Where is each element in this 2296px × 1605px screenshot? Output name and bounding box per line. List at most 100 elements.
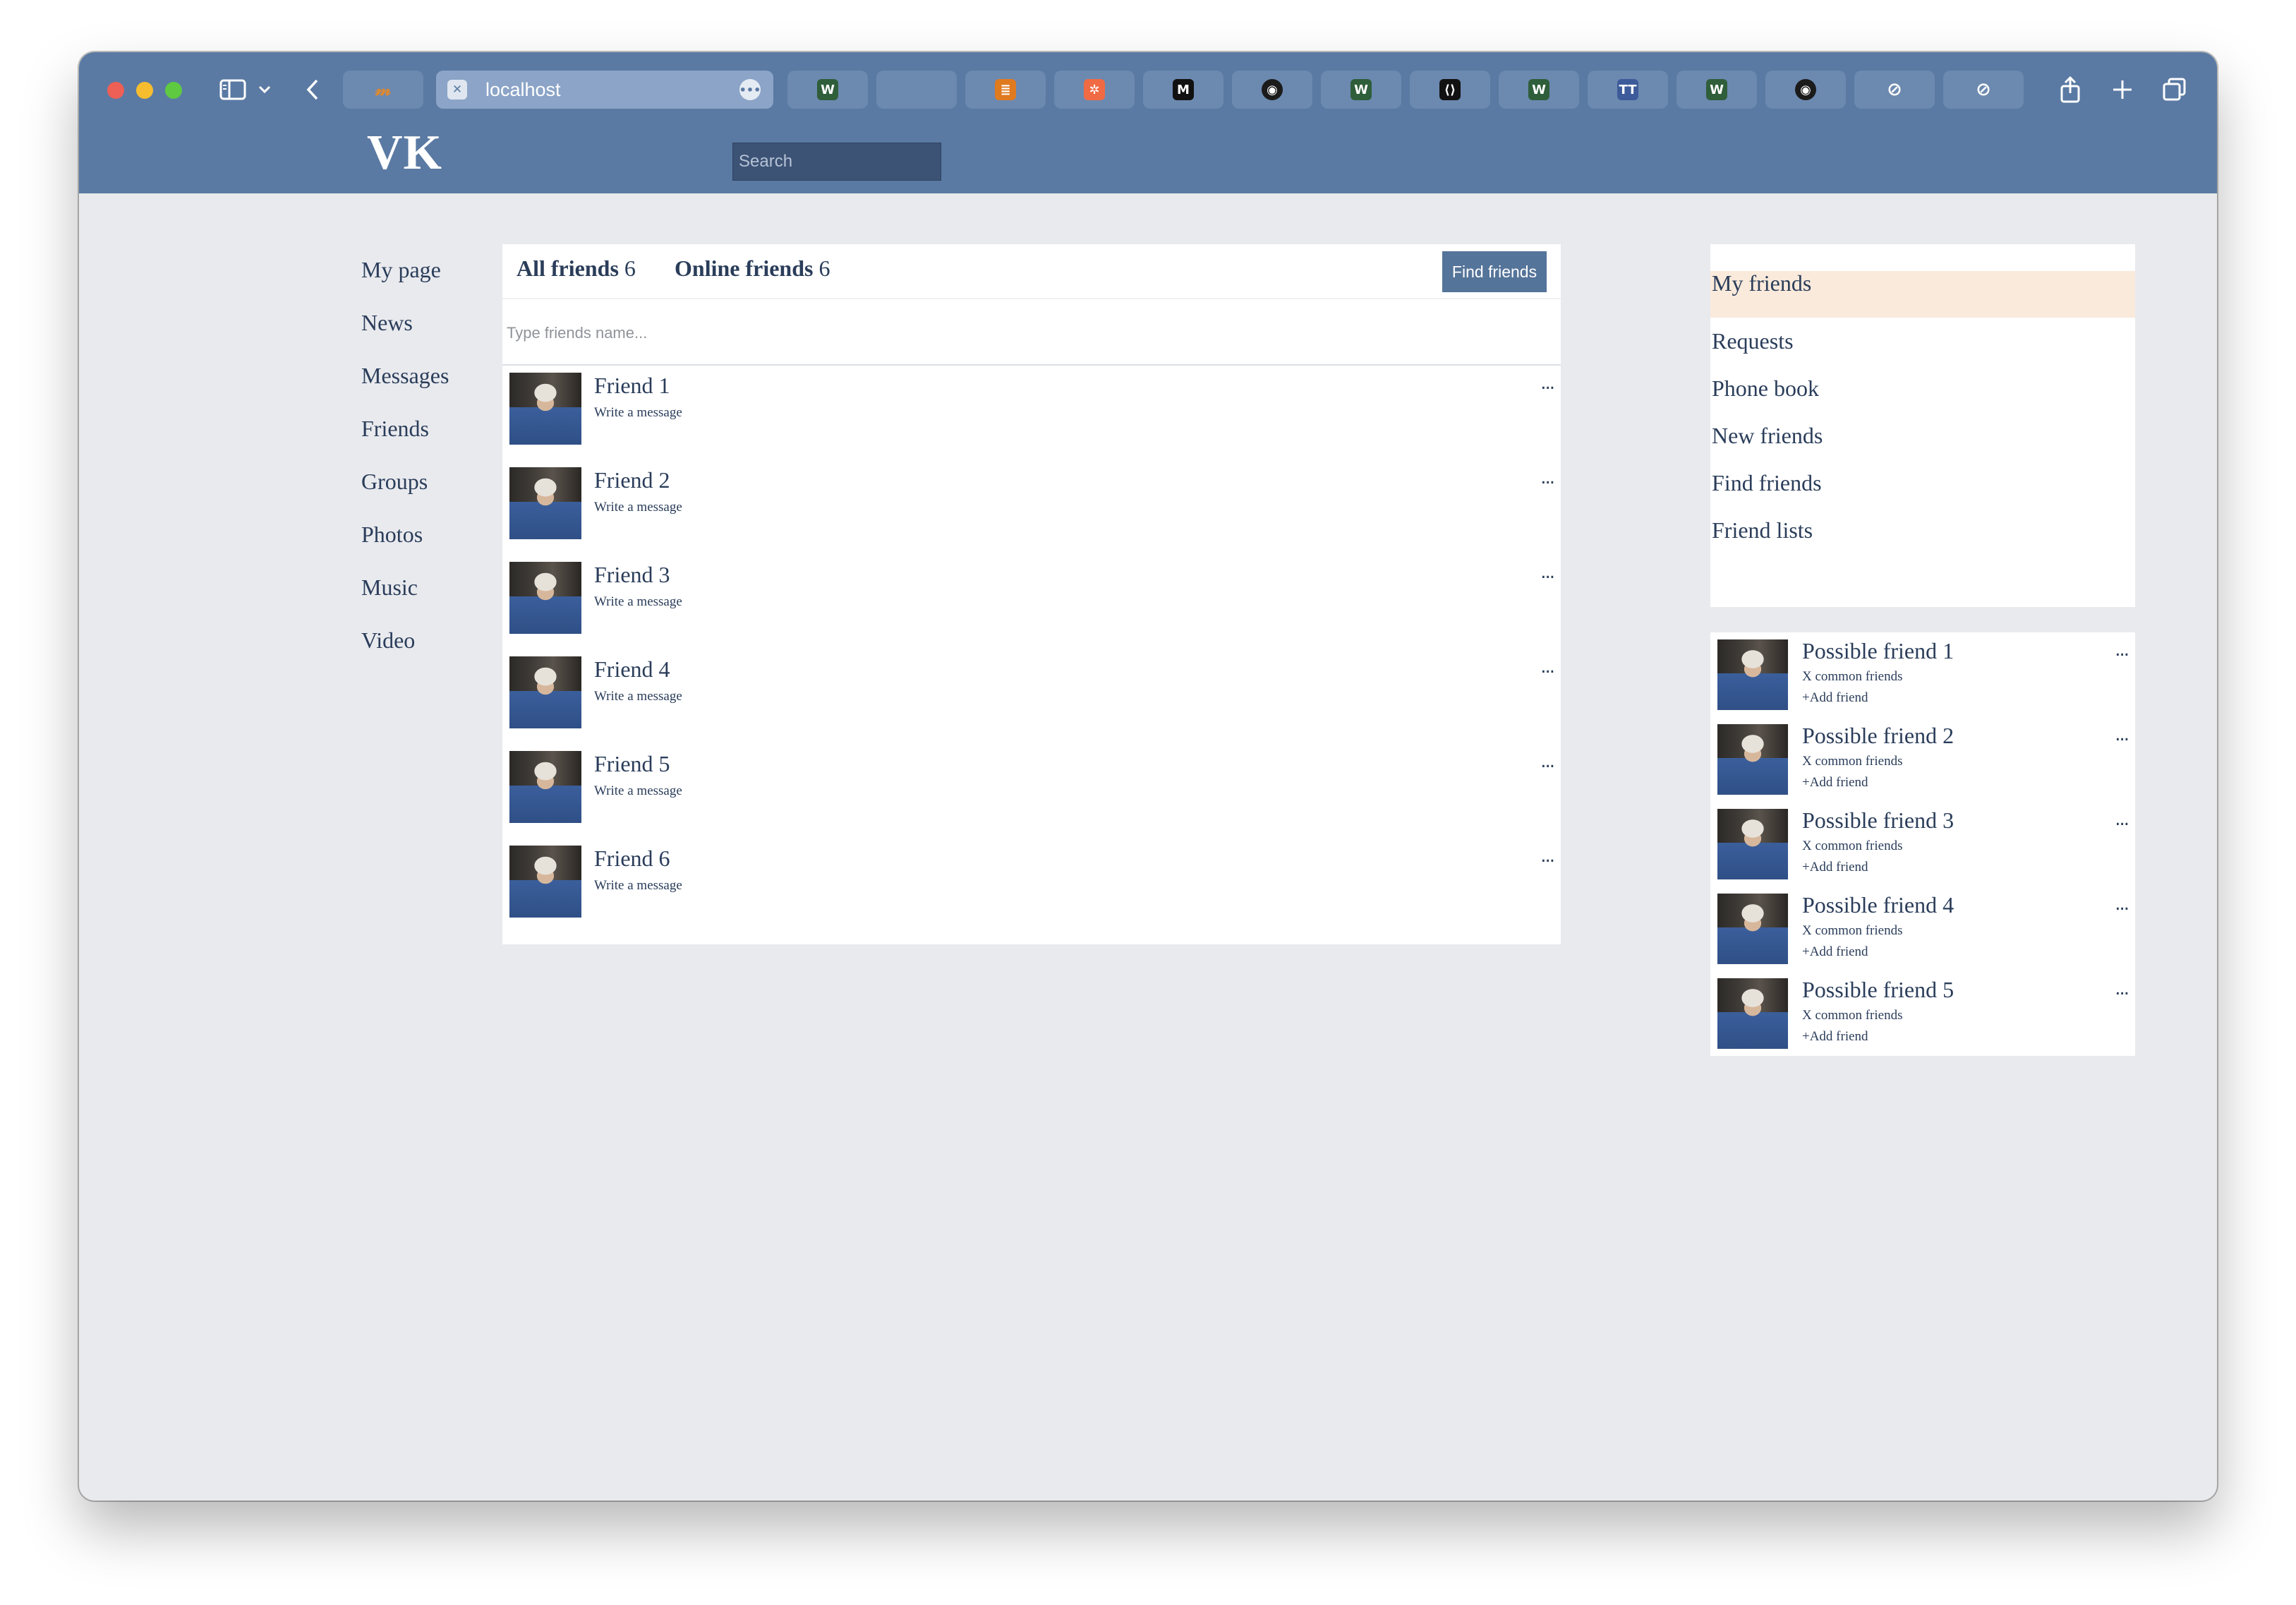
- nav-item-my-page[interactable]: My page: [361, 254, 449, 307]
- side-menu-item-my-friends[interactable]: My friends: [1710, 271, 2135, 318]
- tab-overview-icon[interactable]: [2162, 73, 2187, 106]
- add-friend-link[interactable]: +Add friend: [1802, 1029, 1868, 1045]
- friends-search-input[interactable]: [507, 320, 1551, 346]
- nav-item-messages[interactable]: Messages: [361, 360, 449, 413]
- friend-name[interactable]: Friend 1: [594, 373, 670, 399]
- new-tab-plus-icon[interactable]: [2110, 73, 2135, 106]
- friend-row: Friend 4 Write a message...: [502, 649, 1561, 744]
- page-options-icon[interactable]: •••: [739, 79, 761, 100]
- more-options-icon[interactable]: ...: [2115, 724, 2129, 745]
- possible-friend-avatar[interactable]: [1717, 894, 1788, 964]
- write-message-link[interactable]: Write a message: [594, 783, 682, 799]
- possible-friend-avatar[interactable]: [1717, 724, 1788, 795]
- write-message-link[interactable]: Write a message: [594, 405, 682, 421]
- back-arrow-icon[interactable]: [302, 73, 323, 106]
- sidebar-toggle-icon[interactable]: [217, 73, 248, 106]
- more-options-icon[interactable]: ...: [1540, 562, 1555, 583]
- nav-item-news[interactable]: News: [361, 307, 449, 360]
- address-bar-url[interactable]: localhost: [485, 79, 561, 101]
- possible-friend-name[interactable]: Possible friend 3: [1802, 807, 1954, 834]
- more-options-icon[interactable]: ...: [1540, 846, 1555, 867]
- friend-name[interactable]: Friend 2: [594, 467, 670, 493]
- side-menu-item-new-friends[interactable]: New friends: [1710, 413, 2135, 459]
- possible-friend-name[interactable]: Possible friend 4: [1802, 892, 1954, 918]
- more-options-icon[interactable]: ...: [1540, 467, 1555, 488]
- compass-icon: ⊘: [1887, 79, 1902, 100]
- possible-friend-avatar[interactable]: [1717, 639, 1788, 710]
- browser-tab[interactable]: W: [1676, 71, 1757, 109]
- add-friend-link[interactable]: +Add friend: [1802, 775, 1868, 791]
- possible-friend-name[interactable]: Possible friend 2: [1802, 723, 1954, 749]
- nav-item-music[interactable]: Music: [361, 572, 449, 625]
- browser-tab[interactable]: W: [1499, 71, 1579, 109]
- more-options-icon[interactable]: ...: [2115, 894, 2129, 915]
- side-menu-item-find-friends[interactable]: Find friends: [1710, 460, 2135, 507]
- chevron-down-icon[interactable]: [255, 73, 274, 106]
- browser-tab[interactable]: ◉: [1765, 71, 1846, 109]
- find-friends-button[interactable]: Find friends: [1442, 251, 1547, 292]
- browser-toolbar: 𝓂 ✕ localhost ••• VK Search W ≣ ✲ M ◉ W ⟨⟩ W TT W…: [79, 52, 2217, 193]
- w-green-favicon-icon: W: [1528, 79, 1549, 100]
- more-options-icon[interactable]: ...: [2115, 809, 2129, 830]
- more-options-icon[interactable]: ...: [1540, 373, 1555, 394]
- more-options-icon[interactable]: ...: [2115, 639, 2129, 661]
- browser-tab[interactable]: ◉: [1232, 71, 1312, 109]
- vk-logo[interactable]: VK: [367, 128, 442, 178]
- share-icon[interactable]: [2058, 73, 2083, 106]
- write-message-link[interactable]: Write a message: [594, 689, 682, 704]
- friend-name[interactable]: Friend 6: [594, 846, 670, 872]
- browser-tab[interactable]: [876, 71, 957, 109]
- friend-avatar[interactable]: [509, 373, 581, 445]
- browser-tab[interactable]: ⟨⟩: [1410, 71, 1490, 109]
- side-menu-item-friend-lists[interactable]: Friend lists: [1710, 507, 2135, 554]
- side-menu-item-requests[interactable]: Requests: [1710, 318, 2135, 365]
- write-message-link[interactable]: Write a message: [594, 878, 682, 894]
- browser-tab[interactable]: ✲: [1054, 71, 1135, 109]
- nav-item-photos[interactable]: Photos: [361, 519, 449, 572]
- tab-online-friends[interactable]: Online friends 6: [675, 256, 830, 282]
- more-options-icon[interactable]: ...: [2115, 978, 2129, 999]
- add-friend-link[interactable]: +Add friend: [1802, 944, 1868, 960]
- possible-friend-avatar[interactable]: [1717, 809, 1788, 879]
- browser-tab[interactable]: W: [787, 71, 868, 109]
- hubspot-icon: ✲: [1084, 79, 1105, 100]
- more-options-icon[interactable]: ...: [1540, 751, 1555, 772]
- browser-tab[interactable]: ≣: [965, 71, 1046, 109]
- close-window-button[interactable]: [107, 82, 124, 99]
- friend-avatar[interactable]: [509, 562, 581, 634]
- possible-friend-avatar[interactable]: [1717, 978, 1788, 1049]
- friend-name[interactable]: Friend 5: [594, 751, 670, 777]
- friend-avatar[interactable]: [509, 846, 581, 918]
- nav-item-friends[interactable]: Friends: [361, 413, 449, 466]
- write-message-link[interactable]: Write a message: [594, 500, 682, 515]
- tab-all-friends[interactable]: All friends 6: [516, 256, 636, 282]
- add-friend-link[interactable]: +Add friend: [1802, 860, 1868, 875]
- nav-item-groups[interactable]: Groups: [361, 466, 449, 519]
- angle-brackets-icon: ⟨⟩: [1439, 79, 1461, 100]
- minimize-window-button[interactable]: [136, 82, 153, 99]
- add-friend-link[interactable]: +Add friend: [1802, 690, 1868, 706]
- friend-avatar[interactable]: [509, 751, 581, 823]
- browser-tab[interactable]: TT: [1588, 71, 1668, 109]
- side-menu-item-phone-book[interactable]: Phone book: [1710, 366, 2135, 412]
- friend-avatar[interactable]: [509, 656, 581, 728]
- window-controls: [107, 82, 182, 99]
- friend-name[interactable]: Friend 4: [594, 656, 670, 683]
- more-options-icon[interactable]: ...: [1540, 656, 1555, 678]
- maximize-window-button[interactable]: [165, 82, 182, 99]
- friends-filter: [502, 299, 1561, 366]
- browser-tab[interactable]: M: [1143, 71, 1223, 109]
- write-message-link[interactable]: Write a message: [594, 594, 682, 610]
- nav-item-video[interactable]: Video: [361, 625, 449, 678]
- active-browser-tab[interactable]: ✕ localhost •••: [436, 71, 773, 109]
- browser-tab[interactable]: 𝓂: [343, 71, 423, 109]
- possible-friend-name[interactable]: Possible friend 1: [1802, 638, 1954, 664]
- possible-friend-name[interactable]: Possible friend 5: [1802, 977, 1954, 1003]
- friend-avatar[interactable]: [509, 467, 581, 539]
- browser-tab[interactable]: ⊘: [1854, 71, 1935, 109]
- x-square-icon: ✕: [447, 80, 467, 100]
- browser-tab[interactable]: ⊘: [1943, 71, 2024, 109]
- search-input[interactable]: Search: [732, 143, 941, 181]
- friend-name[interactable]: Friend 3: [594, 562, 670, 588]
- browser-tab[interactable]: W: [1321, 71, 1401, 109]
